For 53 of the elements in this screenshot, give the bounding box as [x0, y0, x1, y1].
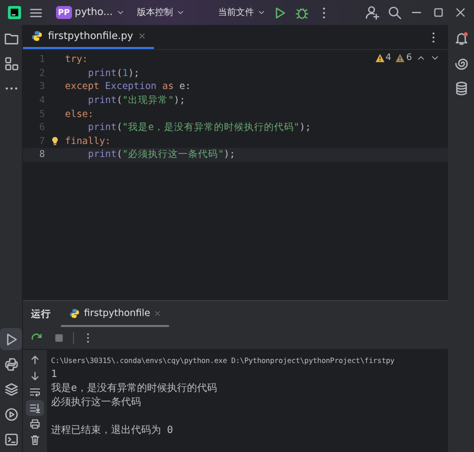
close-icon[interactable] — [154, 310, 162, 316]
code-line: try: — [65, 54, 88, 66]
debug-icon[interactable] — [295, 6, 309, 20]
arrow-down-icon[interactable] — [29, 370, 41, 382]
line-number: 8 — [39, 149, 45, 160]
add-user-icon[interactable] — [364, 5, 380, 20]
bell-icon[interactable] — [454, 30, 468, 46]
stop-icon[interactable] — [53, 332, 65, 344]
warning-icon — [395, 53, 406, 63]
chevron-down-icon — [116, 8, 125, 17]
close-icon[interactable] — [454, 6, 466, 19]
run-config-selector[interactable]: 当前文件 — [216, 4, 268, 21]
arrow-up-icon[interactable] — [29, 354, 41, 366]
terminal-icon[interactable] — [4, 432, 18, 446]
weak-warning-count[interactable]: 6 — [395, 53, 412, 63]
code-line: print("必须执行这一条代码"); — [87, 148, 236, 162]
code-line: print("我是e，是没有异常的时候执行的代码"); — [87, 121, 311, 134]
code-line: print(1); — [87, 68, 140, 79]
print-icon[interactable] — [29, 418, 41, 430]
search-icon[interactable] — [386, 5, 402, 20]
app-logo-icon[interactable] — [6, 5, 22, 20]
warning-count[interactable]: 4 — [374, 53, 392, 63]
project-selector[interactable]: PP pytho... — [52, 4, 129, 21]
database-icon[interactable] — [454, 80, 468, 96]
code-line: print("出现异常"); — [87, 94, 186, 108]
scroll-to-end-icon[interactable] — [29, 402, 41, 414]
code-line: finally: — [65, 136, 111, 147]
console-line: 必须执行这一条代码 — [51, 396, 142, 410]
python-file-icon — [31, 30, 43, 42]
bulb-icon[interactable] — [50, 136, 60, 146]
panel-title: 运行 — [31, 308, 51, 320]
layers-icon[interactable] — [4, 382, 18, 396]
run-icon[interactable] — [273, 6, 287, 20]
python-icon[interactable] — [4, 356, 18, 372]
spiral-icon[interactable] — [454, 56, 468, 70]
code-line: else: — [65, 108, 94, 120]
trash-icon[interactable] — [29, 434, 41, 446]
wrap-icon[interactable] — [29, 386, 41, 398]
console-line: 进程已结束，退出代码为 0 — [51, 424, 174, 438]
console-line: 1 — [51, 368, 58, 382]
chevron-down-icon — [257, 8, 266, 17]
maximize-icon[interactable] — [432, 6, 444, 19]
close-icon[interactable] — [138, 32, 146, 40]
console-line: 我是e，是没有异常的时候执行的代码 — [51, 382, 218, 396]
warning-icon — [374, 53, 385, 63]
python-file-icon — [69, 308, 80, 318]
structure-icon[interactable] — [4, 56, 18, 70]
chevron-down-icon — [176, 8, 185, 17]
services-icon[interactable] — [4, 406, 18, 422]
vcs-menu[interactable]: 版本控制 — [134, 4, 187, 21]
folder-icon[interactable] — [4, 30, 18, 46]
run-tab[interactable]: firstpythonfile — [61, 301, 170, 327]
code-line: except Exception as e: — [65, 81, 191, 92]
